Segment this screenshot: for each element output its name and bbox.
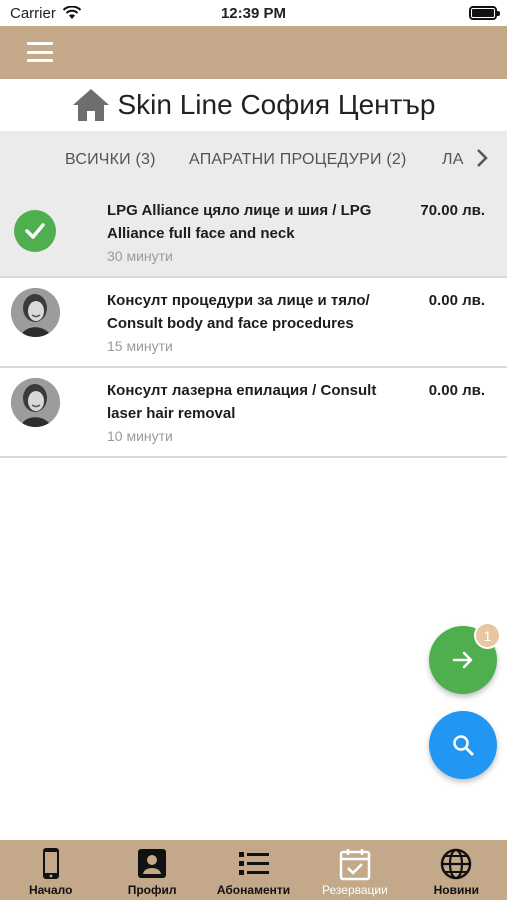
tab-laser[interactable]: ЛА xyxy=(442,151,464,169)
nav-label: Профил xyxy=(127,883,177,897)
profile-icon xyxy=(138,849,167,878)
nav-label: Абонаменти xyxy=(216,883,291,897)
service-title: LPG Alliance цяло лице и шия / LPG Allia… xyxy=(107,202,372,242)
wifi-icon xyxy=(62,6,82,19)
search-button[interactable] xyxy=(429,711,497,779)
status-left: Carrier xyxy=(10,5,82,22)
next-button[interactable]: 1 xyxy=(429,622,501,694)
service-price: 70.00 лв. xyxy=(420,202,485,219)
avatar xyxy=(11,288,60,337)
arrow-right-icon xyxy=(452,651,473,669)
nav-label: Резервации xyxy=(322,883,388,897)
nav-news[interactable]: Новини xyxy=(406,840,507,900)
globe-icon xyxy=(441,848,472,880)
list-icon xyxy=(238,852,269,875)
nav-profile[interactable]: Профил xyxy=(101,840,202,900)
menu-icon-line xyxy=(27,59,53,62)
app-bar xyxy=(0,26,507,79)
carrier-label: Carrier xyxy=(10,4,56,22)
nav-subscriptions[interactable]: Абонаменти xyxy=(203,840,304,900)
tab-all[interactable]: ВСИЧКИ (3) xyxy=(65,151,156,169)
chevron-right-icon[interactable] xyxy=(475,147,489,169)
service-title: Консулт лазерна епилация / Consult laser… xyxy=(107,382,377,422)
home-icon xyxy=(73,89,110,121)
service-title: Консулт процедури за лице и тяло/ Consul… xyxy=(107,292,370,332)
service-duration: 15 минути xyxy=(107,338,173,354)
service-duration: 30 минути xyxy=(107,248,173,264)
avatar xyxy=(11,378,60,427)
check-icon xyxy=(14,210,56,252)
tab-device-procedures[interactable]: АПАРАТНИ ПРОЦЕДУРИ (2) xyxy=(189,151,407,169)
status-bar: Carrier 12:39 PM xyxy=(0,0,507,26)
battery-icon xyxy=(469,6,500,20)
selected-count-badge: 1 xyxy=(474,622,501,649)
service-row[interactable]: Консулт лазерна епилация / Consult laser… xyxy=(0,368,507,458)
service-duration: 10 минути xyxy=(107,428,173,444)
page-title: Skin Line София Център xyxy=(0,79,507,131)
nav-home[interactable]: Начало xyxy=(0,840,101,900)
service-price: 0.00 лв. xyxy=(428,292,485,309)
category-tabs: ВСИЧКИ (3) АПАРАТНИ ПРОЦЕДУРИ (2) ЛА xyxy=(0,131,507,188)
search-icon xyxy=(453,735,474,756)
nav-reservations[interactable]: Резервации xyxy=(304,840,405,900)
menu-icon-line xyxy=(27,50,53,54)
nav-label: Начало xyxy=(28,883,73,897)
service-row[interactable]: Консулт процедури за лице и тяло/ Consul… xyxy=(0,278,507,368)
menu-icon-line xyxy=(27,42,53,45)
page-title-text: Skin Line София Център xyxy=(117,89,436,120)
menu-button[interactable] xyxy=(27,42,53,62)
phone-icon xyxy=(42,848,59,879)
service-price: 0.00 лв. xyxy=(428,382,485,399)
service-row[interactable]: LPG Alliance цяло лице и шия / LPG Allia… xyxy=(0,188,507,278)
calendar-check-icon xyxy=(339,849,371,881)
bottom-nav: Начало Профил Абонаменти Резервации Нови… xyxy=(0,840,507,900)
nav-label: Новини xyxy=(433,883,480,897)
